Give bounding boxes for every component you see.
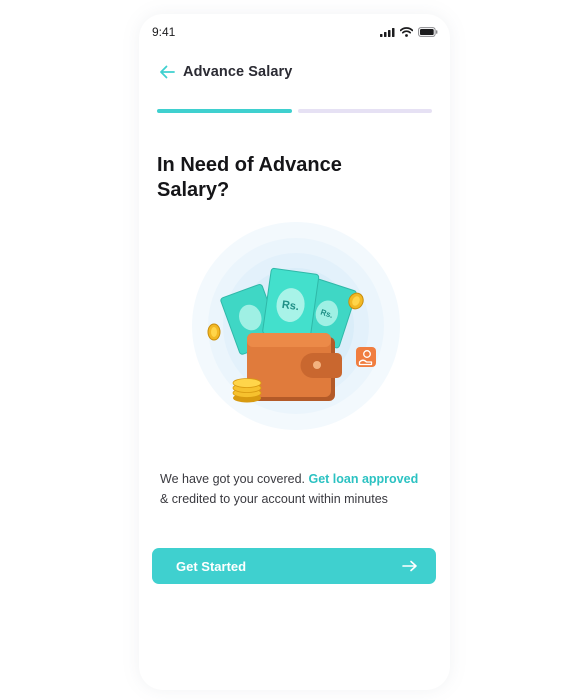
arrow-right-icon — [402, 560, 417, 572]
progress-step-1 — [157, 109, 292, 113]
banknote-label: Rs. — [281, 299, 300, 313]
battery-icon — [418, 27, 438, 37]
page-title: Advance Salary — [183, 64, 293, 80]
description-lead: We have got you covered. — [160, 472, 305, 486]
hero-title: In Need of Advance Salary? — [157, 154, 342, 201]
coin-stack-icon — [232, 378, 262, 403]
description-highlight: Get loan approved — [308, 472, 419, 486]
app-header: Advance Salary — [157, 62, 292, 82]
description-text: We have got you covered. Get loan approv… — [160, 469, 445, 509]
back-button[interactable] — [157, 62, 177, 82]
step-progress — [157, 109, 432, 113]
advance-salary-illustration: Rs. Rs. — [192, 222, 400, 430]
status-bar: 9:41 — [139, 14, 450, 50]
phone-screen: 9:41 Advance Salary In Need of Advance S… — [139, 14, 450, 690]
status-time: 9:41 — [152, 25, 176, 39]
arrow-left-icon — [160, 65, 175, 79]
status-icons — [380, 27, 438, 37]
coin-in-hand-badge-icon — [356, 347, 376, 367]
get-started-button[interactable]: Get Started — [152, 548, 436, 584]
wallet-icon — [247, 333, 342, 401]
description-tail: & credited to your account within minute… — [160, 492, 388, 506]
signal-icon — [380, 27, 395, 37]
get-started-label: Get Started — [176, 558, 247, 574]
progress-step-2 — [297, 109, 432, 113]
wifi-icon — [400, 27, 413, 37]
